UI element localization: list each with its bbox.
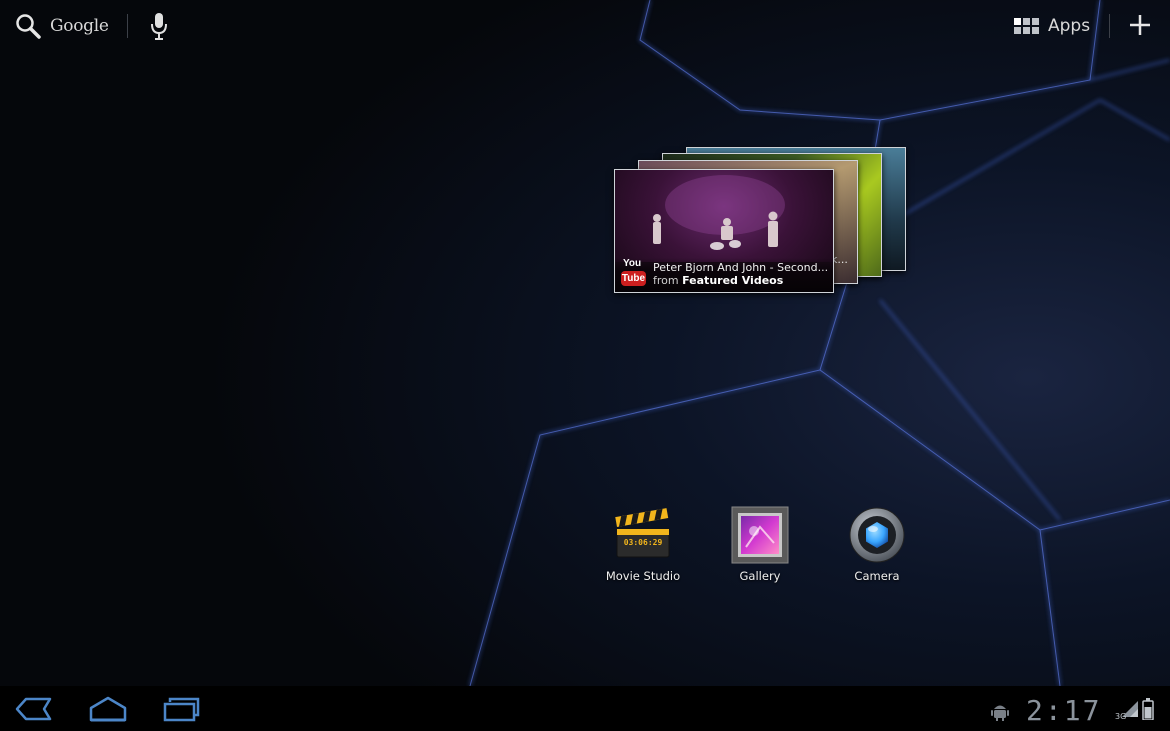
shortcut-label: Camera xyxy=(854,569,900,583)
gallery-icon xyxy=(730,505,790,565)
recent-apps-icon[interactable] xyxy=(162,696,202,722)
video-source-name: Featured Videos xyxy=(682,274,784,287)
video-card-front[interactable]: You Tube Peter Bjorn And John - Second..… xyxy=(614,169,834,293)
clapper-time: 03:06:29 xyxy=(623,538,663,547)
apps-label: Apps xyxy=(1048,16,1091,36)
youtube-logo-you: You xyxy=(623,258,642,269)
video-title: Peter Bjorn And John - Second... xyxy=(653,261,829,274)
topbar-divider xyxy=(127,14,128,38)
clock[interactable]: 2:17 xyxy=(1026,694,1101,727)
youtube-widget[interactable]: un k... You Tube Peter Bjorn And John - … xyxy=(612,145,912,297)
video-source: from Featured Videos xyxy=(653,274,783,287)
network-type: 3G xyxy=(1115,712,1127,721)
search-icon xyxy=(16,14,41,39)
android-debug-icon[interactable] xyxy=(990,701,1010,721)
apps-button[interactable]: Apps xyxy=(1014,12,1090,40)
shortcut-gallery[interactable]: Gallery xyxy=(705,505,815,583)
google-search-button[interactable]: Google xyxy=(14,10,109,42)
battery-icon xyxy=(1142,698,1154,720)
shortcut-label: Gallery xyxy=(739,569,781,583)
video-source-prefix: from xyxy=(653,274,679,287)
system-bar xyxy=(0,686,1170,731)
shortcut-label: Movie Studio xyxy=(605,569,681,583)
plus-icon[interactable] xyxy=(1127,12,1153,38)
microphone-icon[interactable] xyxy=(148,10,170,42)
shortcut-movie-studio[interactable]: 03:06:29 Movie Studio xyxy=(588,505,698,583)
shortcut-camera[interactable]: Camera xyxy=(822,505,932,583)
youtube-logo: You Tube xyxy=(621,258,647,288)
camera-icon xyxy=(847,505,907,565)
movie-studio-icon: 03:06:29 xyxy=(613,505,673,565)
home-icon[interactable] xyxy=(88,696,128,722)
back-icon[interactable] xyxy=(14,696,54,722)
google-label: Google xyxy=(50,16,109,36)
top-bar: Google Apps xyxy=(0,0,1170,52)
youtube-logo-tube: Tube xyxy=(621,271,646,286)
video-info-bar: You Tube Peter Bjorn And John - Second..… xyxy=(615,258,833,292)
honeycomb-wallpaper xyxy=(0,0,1170,686)
topbar-divider-right xyxy=(1109,14,1110,38)
apps-grid-icon xyxy=(1014,18,1039,34)
